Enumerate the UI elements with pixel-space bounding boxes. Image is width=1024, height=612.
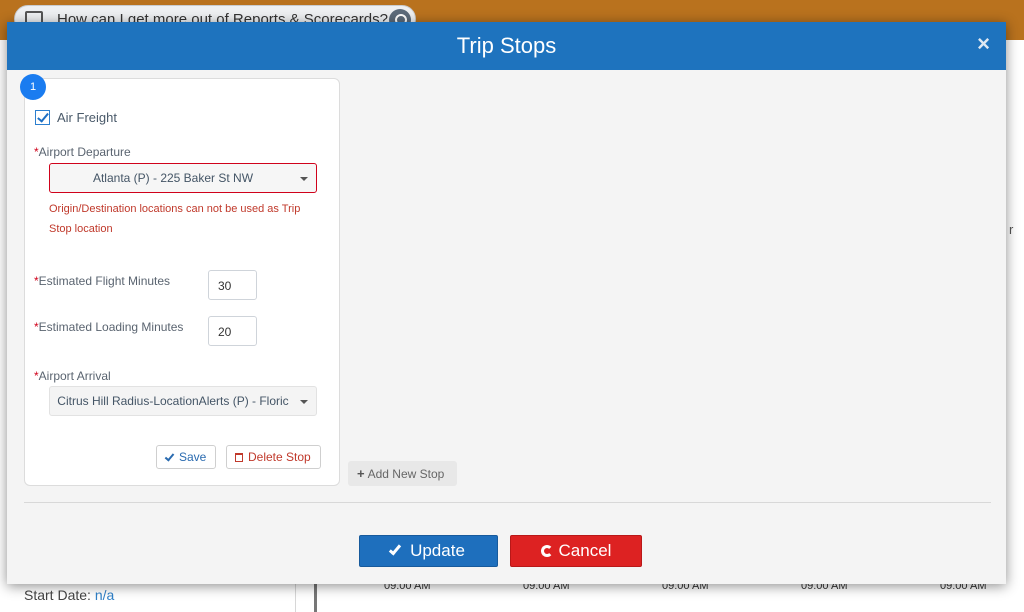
cancel-button[interactable]: Cancel <box>510 535 642 567</box>
flight-minutes-input[interactable]: 30 <box>208 270 257 300</box>
airport-arrival-select[interactable]: Citrus Hill Radius-LocationAlerts (P) - … <box>49 386 317 416</box>
refresh-icon <box>540 545 553 557</box>
trip-stops-modal: Trip Stops × 1 Air Freight *Airport Depa… <box>7 22 1006 584</box>
update-label: Update <box>410 541 465 560</box>
start-date-value[interactable]: n/a <box>95 587 114 603</box>
flight-minutes-label: *Estimated Flight Minutes <box>34 274 170 288</box>
chevron-down-icon <box>300 400 308 404</box>
trip-stop-card: 1 Air Freight *Airport Departure Atlanta… <box>20 74 340 486</box>
airport-departure-value: Atlanta (P) - 225 Baker St NW <box>92 171 254 185</box>
airport-arrival-label: *Airport Arrival <box>34 369 111 383</box>
trash-icon <box>235 452 243 462</box>
air-freight-label[interactable]: Air Freight <box>57 110 117 125</box>
close-icon[interactable]: × <box>977 32 990 56</box>
start-date-label: Start Date: <box>24 587 91 603</box>
background-clipped-text: r <box>1009 222 1014 237</box>
stop-number-badge: 1 <box>20 74 46 100</box>
check-icon <box>164 450 175 462</box>
delete-stop-button[interactable]: Delete Stop <box>226 445 321 469</box>
airport-departure-label: *Airport Departure <box>34 145 131 159</box>
plus-icon: + <box>357 466 365 481</box>
add-new-stop-label: Add New Stop <box>367 466 445 481</box>
cancel-label: Cancel <box>558 541 612 560</box>
save-stop-label: Save <box>179 450 207 464</box>
footer-divider <box>24 502 991 503</box>
save-stop-button[interactable]: Save <box>156 445 216 469</box>
modal-header: Trip Stops × <box>7 22 1006 70</box>
location-error-message: Origin/Destination locations can not be … <box>49 203 301 235</box>
check-icon <box>388 542 402 556</box>
start-date-row: Start Date: n/a <box>8 584 296 612</box>
update-button[interactable]: Update <box>359 535 498 567</box>
modal-title: Trip Stops <box>456 33 557 58</box>
loading-minutes-label: *Estimated Loading Minutes <box>34 320 183 334</box>
airport-arrival-label-text: Airport Arrival <box>38 369 111 383</box>
airport-departure-label-text: Airport Departure <box>38 145 131 159</box>
chevron-down-icon <box>300 177 308 181</box>
airport-departure-select[interactable]: Atlanta (P) - 225 Baker St NW <box>49 163 317 193</box>
airport-arrival-value: Citrus Hill Radius-LocationAlerts (P) - … <box>57 394 289 408</box>
delete-stop-label: Delete Stop <box>248 450 311 464</box>
background-divider <box>314 584 317 612</box>
loading-minutes-input[interactable]: 20 <box>208 316 257 346</box>
background-right-strip: r <box>1007 40 1024 584</box>
add-new-stop-button[interactable]: + Add New Stop <box>348 461 457 486</box>
air-freight-row[interactable]: Air Freight <box>35 110 117 125</box>
air-freight-checkbox[interactable] <box>35 110 50 125</box>
flight-minutes-label-text: Estimated Flight Minutes <box>38 274 171 288</box>
loading-minutes-label-text: Estimated Loading Minutes <box>38 320 184 334</box>
